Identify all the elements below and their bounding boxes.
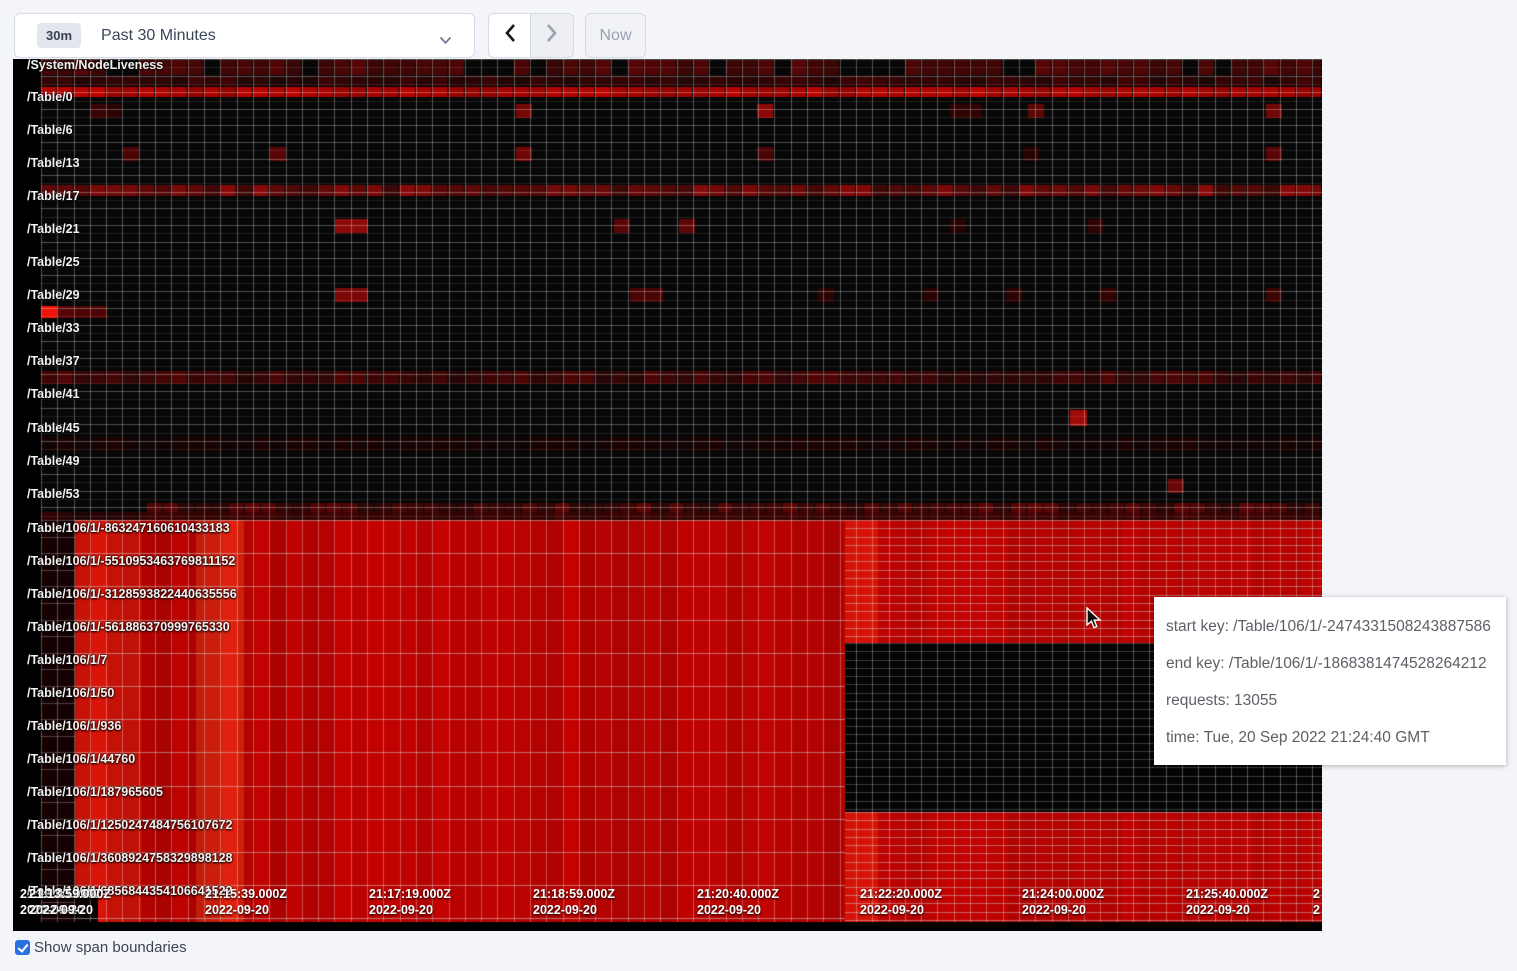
- footer-controls: Show span boundaries: [15, 939, 187, 956]
- next-interval-button[interactable]: [531, 13, 574, 58]
- chevron-down-icon: [439, 32, 452, 50]
- tooltip-start-key: start key: /Table/106/1/-247433150824388…: [1166, 608, 1494, 645]
- tooltip-end-key: end key: /Table/106/1/-18683814745282642…: [1166, 645, 1494, 682]
- previous-interval-button[interactable]: [488, 13, 531, 58]
- chevron-left-icon: [504, 23, 516, 48]
- time-nav-group: [488, 13, 574, 58]
- show-span-boundaries-checkbox[interactable]: [15, 940, 30, 955]
- tooltip-time: time: Tue, 20 Sep 2022 21:24:40 GMT: [1166, 719, 1494, 756]
- tooltip-requests: requests: 13055: [1166, 682, 1494, 719]
- chevron-right-icon: [546, 23, 558, 48]
- time-scale-badge: 30m: [37, 23, 81, 48]
- show-span-boundaries-label: Show span boundaries: [34, 939, 187, 956]
- time-scale-dropdown[interactable]: 30m Past 30 Minutes: [14, 13, 475, 58]
- time-scale-label: Past 30 Minutes: [101, 27, 216, 45]
- now-button[interactable]: Now: [585, 13, 646, 58]
- cell-tooltip: start key: /Table/106/1/-247433150824388…: [1154, 597, 1506, 765]
- heatmap-canvas[interactable]: [13, 59, 1322, 931]
- key-visualizer-heatmap: /System/NodeLiveness/Table/0/Table/6/Tab…: [13, 59, 1322, 931]
